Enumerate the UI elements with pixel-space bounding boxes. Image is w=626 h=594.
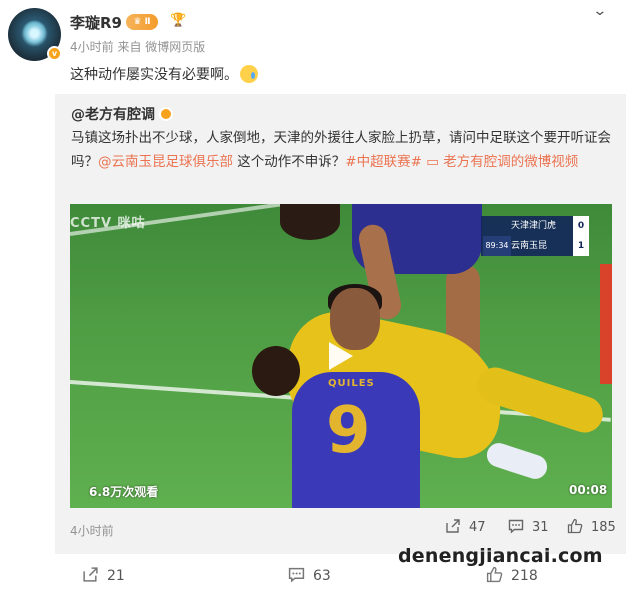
repost-time[interactable]: 4小时前 — [70, 522, 114, 539]
comment-icon — [508, 519, 524, 534]
video-link[interactable]: ▭ 老方有腔调的微博视频 — [426, 154, 578, 170]
cry-emoji-icon — [240, 65, 258, 83]
video-link-icon: ▭ — [426, 154, 439, 170]
repost-like-button[interactable]: 185 — [567, 518, 616, 535]
team-score: 1 — [573, 236, 589, 256]
repost-author[interactable]: @老方有腔调 — [71, 104, 173, 124]
post-meta: 4小时前 来自 微博网页版 — [70, 40, 206, 54]
video-figure: QUILES 9 — [292, 372, 420, 508]
forward-count: 21 — [107, 568, 125, 584]
jersey-name: QUILES — [328, 378, 375, 389]
hashtag-link[interactable]: #中超联赛# — [345, 154, 422, 170]
play-icon[interactable] — [321, 338, 357, 374]
repost-comment-button[interactable]: 31 — [508, 518, 549, 535]
share-icon — [83, 567, 98, 582]
member-level-badge[interactable]: ♛ Ⅱ — [126, 14, 158, 30]
scoreboard: 天津津门虎 0 云南玉昆 1 89:34 — [481, 216, 589, 256]
match-clock: 89:34 — [483, 236, 511, 256]
comment-icon — [288, 567, 305, 583]
team-name: 云南玉昆 — [511, 241, 548, 251]
mention-club-link[interactable]: @云南玉昆足球俱乐部 — [98, 154, 233, 170]
repost-author-name[interactable]: @老方有腔调 — [71, 107, 155, 123]
thumbs-up-icon — [567, 518, 583, 534]
forward-button[interactable]: 21 — [82, 566, 125, 584]
scoreboard-row: 天津津门虎 0 — [481, 216, 589, 236]
team-score: 0 — [573, 216, 589, 236]
watermark: denengjiancai.com — [398, 545, 603, 567]
comment-button[interactable]: 63 — [288, 566, 331, 584]
crown-icon: ♛ — [133, 17, 142, 27]
forward-count: 47 — [469, 520, 486, 535]
post-author[interactable]: 李璇R9 — [70, 12, 122, 33]
broadcaster-logo: CCTV 咪咕 — [70, 216, 146, 231]
trophy-icon[interactable]: 🏆 — [170, 13, 186, 28]
video-duration: 00:08 — [569, 483, 608, 497]
post-text: 这种动作屡实没有必要啊。 — [70, 64, 258, 84]
video-link-label: 老方有腔调的微博视频 — [443, 154, 579, 170]
like-count: 185 — [591, 520, 616, 535]
member-level: Ⅱ — [144, 17, 151, 27]
repost-text-mid: 这个动作不申诉？ — [233, 154, 346, 170]
video-figure — [483, 440, 551, 482]
video-figure — [252, 346, 300, 396]
repost-forward-button[interactable]: 47 — [445, 518, 486, 535]
view-count: 6.8万次观看 — [89, 485, 159, 499]
like-button[interactable]: 218 — [486, 566, 538, 584]
post-text-content: 这种动作屡实没有必要啊。 — [70, 67, 238, 83]
verified-badge-icon — [159, 107, 173, 121]
team-name: 天津津门虎 — [511, 221, 557, 231]
avatar-image — [21, 20, 48, 47]
video-figure — [600, 264, 612, 384]
thumbs-up-icon — [486, 566, 503, 583]
comment-count: 31 — [532, 520, 549, 535]
verified-badge-icon: v — [47, 46, 62, 61]
repost-text: 马镇这场扑出不少球，人家倒地，天津的外援往人家脸上扔草，请问中足联这个要开听证会… — [71, 126, 611, 174]
share-icon — [446, 519, 460, 533]
jersey-number: 9 — [326, 394, 371, 468]
video-player[interactable]: CCTV 咪咕 QUILES 9 天津津门虎 0 云南玉昆 1 89:34 6.8万… — [70, 204, 612, 508]
like-count: 218 — [511, 568, 538, 584]
repost-card[interactable]: @老方有腔调 马镇这场扑出不少球，人家倒地，天津的外援往人家脸上扔草，请问中足联… — [55, 94, 626, 554]
chevron-down-icon[interactable]: ⌄ — [592, 3, 607, 19]
video-figure — [280, 204, 340, 240]
comment-count: 63 — [313, 568, 331, 584]
